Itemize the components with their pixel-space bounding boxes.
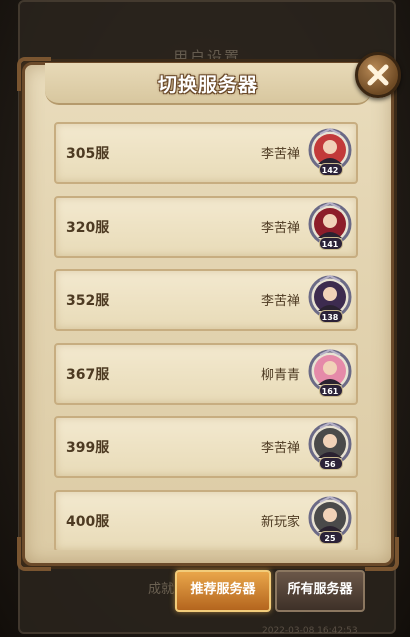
player-avatar: 161	[306, 348, 354, 397]
dialog-title: 切换服务器	[157, 74, 258, 96]
close-icon	[367, 64, 389, 86]
server-name: 320服	[66, 219, 110, 236]
server-row[interactable]: 367服 柳青青 161	[54, 342, 358, 405]
server-row[interactable]: 320服 李苦禅 141	[54, 195, 358, 258]
player-avatar: 141	[306, 201, 354, 250]
server-row[interactable]: 305服 李苦禅 142	[54, 122, 358, 184]
player-level: 138	[321, 313, 339, 322]
server-name: 399服	[66, 440, 110, 456]
player-name: 李苦禅	[260, 294, 300, 309]
player-avatar: 142	[306, 127, 354, 176]
server-list[interactable]: 305服 李苦禅 142 320服 李苦禅 141 352服 李苦禅 138 367服 柳青青 161…	[30, 118, 380, 550]
player-name: 柳青青	[260, 367, 300, 383]
player-level: 25	[324, 533, 336, 543]
player-name: 李苦禅	[260, 441, 300, 456]
player-avatar: 56	[306, 421, 354, 470]
background-faded-label: 成就	[148, 582, 175, 597]
close-button[interactable]	[355, 52, 401, 98]
player-level: 56	[324, 460, 336, 469]
server-name: 367服	[66, 366, 110, 383]
game-screen: 用户设置 成就 2022-03-08 16:42:53 切换服务器 305服 李苦…	[0, 0, 410, 637]
player-level: 161	[321, 386, 339, 396]
player-name: 新玩家	[260, 514, 300, 530]
server-name: 305服	[66, 146, 110, 162]
tab-all-servers[interactable]: 所有服务器	[275, 570, 365, 612]
server-row[interactable]: 400服 新玩家 25	[54, 489, 358, 550]
player-avatar: 138	[306, 274, 354, 323]
player-name: 李苦禅	[260, 220, 300, 236]
background-timestamp: 2022-03-08 16:42:53	[262, 626, 358, 636]
server-name: 352服	[66, 293, 110, 309]
player-level: 142	[321, 166, 339, 175]
server-row[interactable]: 399服 李苦禅 56	[54, 416, 358, 478]
tab-recommended-servers[interactable]: 推荐服务器	[175, 570, 271, 612]
player-avatar: 25	[306, 495, 354, 544]
server-row[interactable]: 352服 李苦禅 138	[54, 269, 358, 331]
server-name: 400服	[66, 513, 110, 530]
player-level: 141	[321, 239, 339, 249]
player-name: 李苦禅	[260, 147, 300, 162]
dialog-header: 切换服务器	[45, 63, 371, 105]
